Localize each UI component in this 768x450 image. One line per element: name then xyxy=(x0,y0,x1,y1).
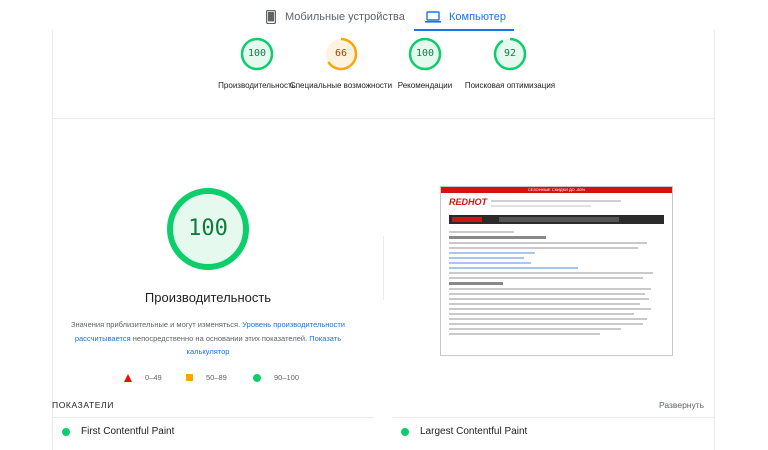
category-gauge[interactable]: 100 xyxy=(240,37,274,71)
legend-high: 90–100 xyxy=(253,373,299,382)
screenshot-header-text xyxy=(491,200,621,202)
category-gauge[interactable]: 92 xyxy=(493,37,527,71)
performance-title: Производительность xyxy=(144,290,272,305)
screenshot-logo: REDHOT xyxy=(449,197,487,207)
pass-circle-icon xyxy=(253,373,261,382)
screenshot-header-text2 xyxy=(491,205,591,207)
metric-lcp: Largest Contentful Paint xyxy=(401,426,527,437)
device-tabs: Мобильные устройства Компьютер xyxy=(0,0,768,31)
metrics-heading: ПОКАЗАТЕЛИ xyxy=(52,400,114,410)
legend-low: 0–49 xyxy=(124,373,162,382)
tab-mobile[interactable]: Мобильные устройства xyxy=(265,4,405,30)
legend-mid-label: 50–89 xyxy=(206,373,227,382)
screenshot-search xyxy=(499,217,619,222)
performance-description: Значения приблизительные и могут изменят… xyxy=(70,318,346,359)
desc-prefix: Значения приблизительные и могут изменят… xyxy=(71,320,241,329)
category-gauge[interactable]: 100 xyxy=(408,37,442,71)
tab-desktop-label: Компьютер xyxy=(449,11,506,23)
metric-fcp-label: First Contentful Paint xyxy=(81,426,175,437)
category-score: 100 xyxy=(247,48,267,59)
metric-fcp: First Contentful Paint xyxy=(62,426,174,437)
pass-circle-icon xyxy=(62,427,70,436)
average-square-icon xyxy=(186,374,193,381)
screenshot-header: REDHOT xyxy=(441,193,672,215)
page-screenshot[interactable]: СЕЗОННЫЕ СКИДКИ ДО -80% REDHOT xyxy=(440,186,673,356)
pass-circle-icon xyxy=(401,427,409,436)
category-gauge[interactable]: 66 xyxy=(324,37,358,71)
section-divider xyxy=(52,118,715,119)
desc-middle: непосредственно на основании этих показа… xyxy=(132,333,308,343)
screenshot-catalog-button xyxy=(452,217,482,222)
metrics-divider-right xyxy=(392,417,715,418)
performance-gauge-large: 100 xyxy=(166,187,250,271)
legend-low-label: 0–49 xyxy=(145,373,162,382)
vertical-separator xyxy=(383,236,384,300)
expand-metrics-button[interactable]: Развернуть xyxy=(659,400,704,410)
screenshot-menu xyxy=(449,215,664,224)
category-label: Поисковая оптимизация xyxy=(464,81,556,90)
metrics-divider-left xyxy=(52,417,374,418)
category-score: 100 xyxy=(415,48,435,59)
legend-high-label: 90–100 xyxy=(274,373,300,382)
performance-score-large: 100 xyxy=(188,216,228,241)
tab-desktop[interactable]: Компьютер xyxy=(425,4,506,30)
legend-mid: 50–89 xyxy=(186,373,227,382)
smartphone-icon xyxy=(266,10,276,24)
fail-triangle-icon xyxy=(124,373,132,382)
desktop-icon xyxy=(425,11,441,23)
category-score: 92 xyxy=(503,48,517,59)
category-score: 66 xyxy=(334,48,348,59)
screenshot-content xyxy=(441,224,672,342)
metric-lcp-label: Largest Contentful Paint xyxy=(420,426,528,437)
tab-mobile-label: Мобильные устройства xyxy=(285,11,405,23)
